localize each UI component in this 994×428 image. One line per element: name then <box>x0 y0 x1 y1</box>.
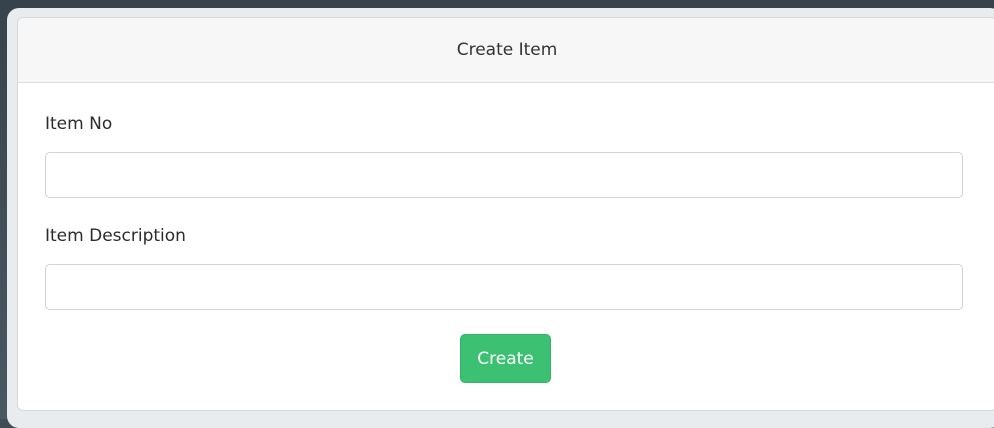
item-no-group: Item No <box>45 114 112 134</box>
item-no-label: Item No <box>45 114 113 134</box>
create-item-card: Create Item Item No Item Description Cre… <box>17 17 994 411</box>
card-header: Create Item <box>18 18 994 83</box>
create-button[interactable]: Create <box>460 334 551 383</box>
item-description-input[interactable] <box>45 264 963 310</box>
card-title: Create Item <box>456 40 558 60</box>
item-description-group: Item Description <box>45 226 186 246</box>
item-description-label: Item Description <box>45 226 186 246</box>
item-no-input[interactable] <box>45 152 963 198</box>
